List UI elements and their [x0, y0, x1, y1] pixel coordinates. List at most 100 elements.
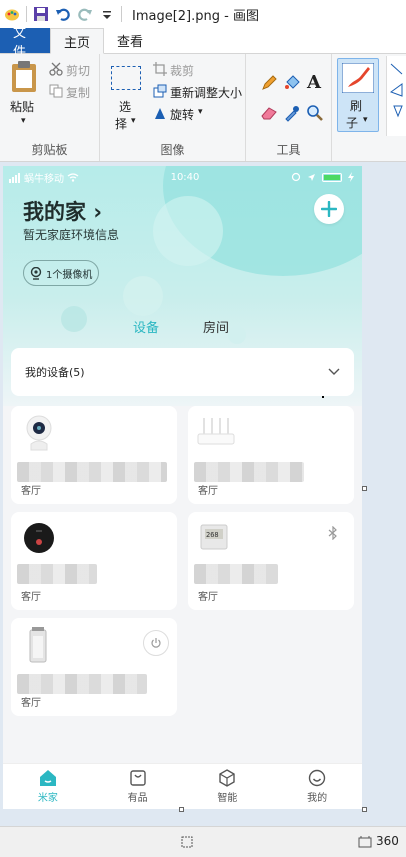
device-room: 客厅: [21, 592, 41, 603]
svg-text:268: 268: [206, 531, 219, 539]
crop-button[interactable]: 裁剪: [170, 62, 194, 79]
paste-icon[interactable]: [10, 60, 40, 94]
pencil-icon[interactable]: [260, 74, 278, 92]
canvas-image: 蜗牛移动 10:40 我的家 › 暂无家庭环境信息 1个摄像机 设备 房间 我的…: [3, 166, 362, 809]
ribbon-tabs: 文件 主页 查看: [0, 26, 406, 60]
lock-rotation-icon: [291, 172, 301, 182]
clipboard-group: 粘贴 ▾ 剪切 复制 剪贴板: [0, 54, 100, 161]
brush-icon: [342, 63, 374, 93]
chevron-down-icon[interactable]: ▾: [21, 116, 26, 126]
device-room: 客厅: [21, 698, 41, 709]
chevron-down-icon: [328, 368, 340, 375]
rotate-icon: [155, 108, 165, 119]
router-icon: [197, 418, 235, 445]
blurred-device-name: [17, 462, 167, 482]
image-dimensions: 360: [376, 834, 399, 848]
location-icon: [307, 173, 315, 181]
tab-file[interactable]: 文件: [0, 26, 50, 60]
tab-smart[interactable]: 智能: [183, 764, 273, 809]
resize-icon: [153, 84, 167, 98]
camera-chip-label: 1个摄像机: [46, 269, 93, 281]
blurred-device-name: [194, 564, 278, 584]
blurred-device-name: [17, 564, 97, 584]
fill-bucket-icon[interactable]: [283, 74, 301, 92]
resize-button[interactable]: 重新调整大小: [170, 84, 242, 101]
select-icon[interactable]: [111, 66, 141, 90]
resize-handle-right[interactable]: [362, 486, 367, 491]
select-button[interactable]: 选: [119, 98, 131, 115]
device-room: 客厅: [21, 486, 41, 497]
chevron-down-icon[interactable]: ▾: [198, 107, 203, 117]
tab-profile[interactable]: 我的: [272, 764, 362, 809]
chevron-down-icon[interactable]: ▾: [131, 116, 136, 126]
device-card[interactable]: 客厅: [11, 512, 177, 610]
decor-circle: [228, 326, 246, 344]
decor-circle: [153, 196, 223, 266]
tools-group: A 工具: [246, 54, 332, 161]
phone-status-bar: 蜗牛移动 10:40: [9, 170, 354, 185]
brushes-button[interactable]: 刷 子 ▾: [337, 58, 379, 132]
tab-label: 智能: [217, 793, 238, 804]
shopping-bag-icon: [129, 770, 146, 786]
devices-dropdown[interactable]: 我的设备(5): [11, 348, 354, 396]
color-picker-icon[interactable]: [283, 104, 301, 122]
selection-size-icon: [181, 836, 193, 848]
image-group: 选 择 ▾ 裁剪 重新调整大小 旋转 ▾ 图像: [100, 54, 246, 161]
crop-icon: [153, 62, 167, 76]
resize-handle-corner[interactable]: [362, 807, 367, 812]
save-icon[interactable]: [33, 6, 49, 22]
bottom-tab-bar: 米家 有品 智能 我的: [3, 763, 362, 809]
carrier-name: 蜗牛移动: [24, 173, 64, 185]
undo-icon[interactable]: [55, 6, 71, 22]
paste-button[interactable]: 粘贴: [10, 98, 34, 115]
ribbon: 粘贴 ▾ 剪切 复制 剪贴板 选 择 ▾ 裁剪 重新调整大小 旋转 ▾ 图像 A…: [0, 54, 406, 162]
brushes-label-line2: 子: [346, 116, 359, 130]
tab-view[interactable]: 查看: [104, 28, 156, 53]
redo-icon[interactable]: [77, 6, 93, 22]
chevron-right-icon: ›: [93, 200, 102, 224]
camera-icon: [26, 415, 52, 451]
text-tool-icon[interactable]: A: [307, 72, 321, 93]
home-title[interactable]: 我的家 ›: [23, 196, 102, 226]
tab-devices[interactable]: 设备: [133, 317, 159, 336]
separator: [26, 6, 27, 22]
decor-circle: [61, 306, 87, 332]
resize-handle-bottom[interactable]: [179, 807, 184, 812]
paint-app-icon[interactable]: [4, 6, 20, 22]
tab-youpin[interactable]: 有品: [93, 764, 183, 809]
device-room: 客厅: [198, 592, 218, 603]
device-card[interactable]: 客厅: [11, 618, 177, 716]
add-device-button[interactable]: [314, 194, 344, 224]
tools-group-label: 工具: [276, 143, 301, 157]
tab-home[interactable]: 主页: [50, 28, 105, 54]
home-title-text: 我的家: [23, 200, 86, 224]
device-card[interactable]: 客厅: [11, 406, 177, 504]
cut-button[interactable]: 剪切: [66, 62, 90, 79]
device-card[interactable]: 客厅: [188, 406, 354, 504]
device-card[interactable]: 268 客厅: [188, 512, 354, 610]
charging-icon: [347, 172, 354, 182]
tab-label: 有品: [127, 793, 148, 804]
shapes-icon: [390, 63, 403, 118]
home-icon: [39, 770, 56, 786]
window-title: Image[2].png - 画图: [132, 8, 259, 24]
select-button-line2[interactable]: 择: [115, 115, 127, 132]
customize-toolbar-icon[interactable]: [99, 6, 115, 22]
bluetooth-icon: [328, 526, 337, 540]
shapes-gallery[interactable]: [386, 56, 406, 136]
power-button[interactable]: [143, 630, 169, 656]
brushes-label: 刷: [350, 99, 363, 113]
tab-rooms[interactable]: 房间: [203, 317, 229, 336]
magnifier-icon[interactable]: [306, 104, 324, 122]
rotate-button[interactable]: 旋转: [170, 106, 194, 123]
signal-icon: [9, 172, 21, 183]
copy-button[interactable]: 复制: [66, 84, 90, 101]
power-icon: [151, 638, 161, 648]
thermometer-display-icon: 268: [200, 524, 228, 550]
camera-chip[interactable]: 1个摄像机: [23, 260, 99, 286]
copy-icon: [49, 84, 63, 98]
image-group-label: 图像: [160, 143, 185, 157]
image-size-icon: [358, 836, 372, 848]
eraser-icon[interactable]: [260, 106, 278, 120]
tab-mijia[interactable]: 米家: [3, 764, 93, 809]
